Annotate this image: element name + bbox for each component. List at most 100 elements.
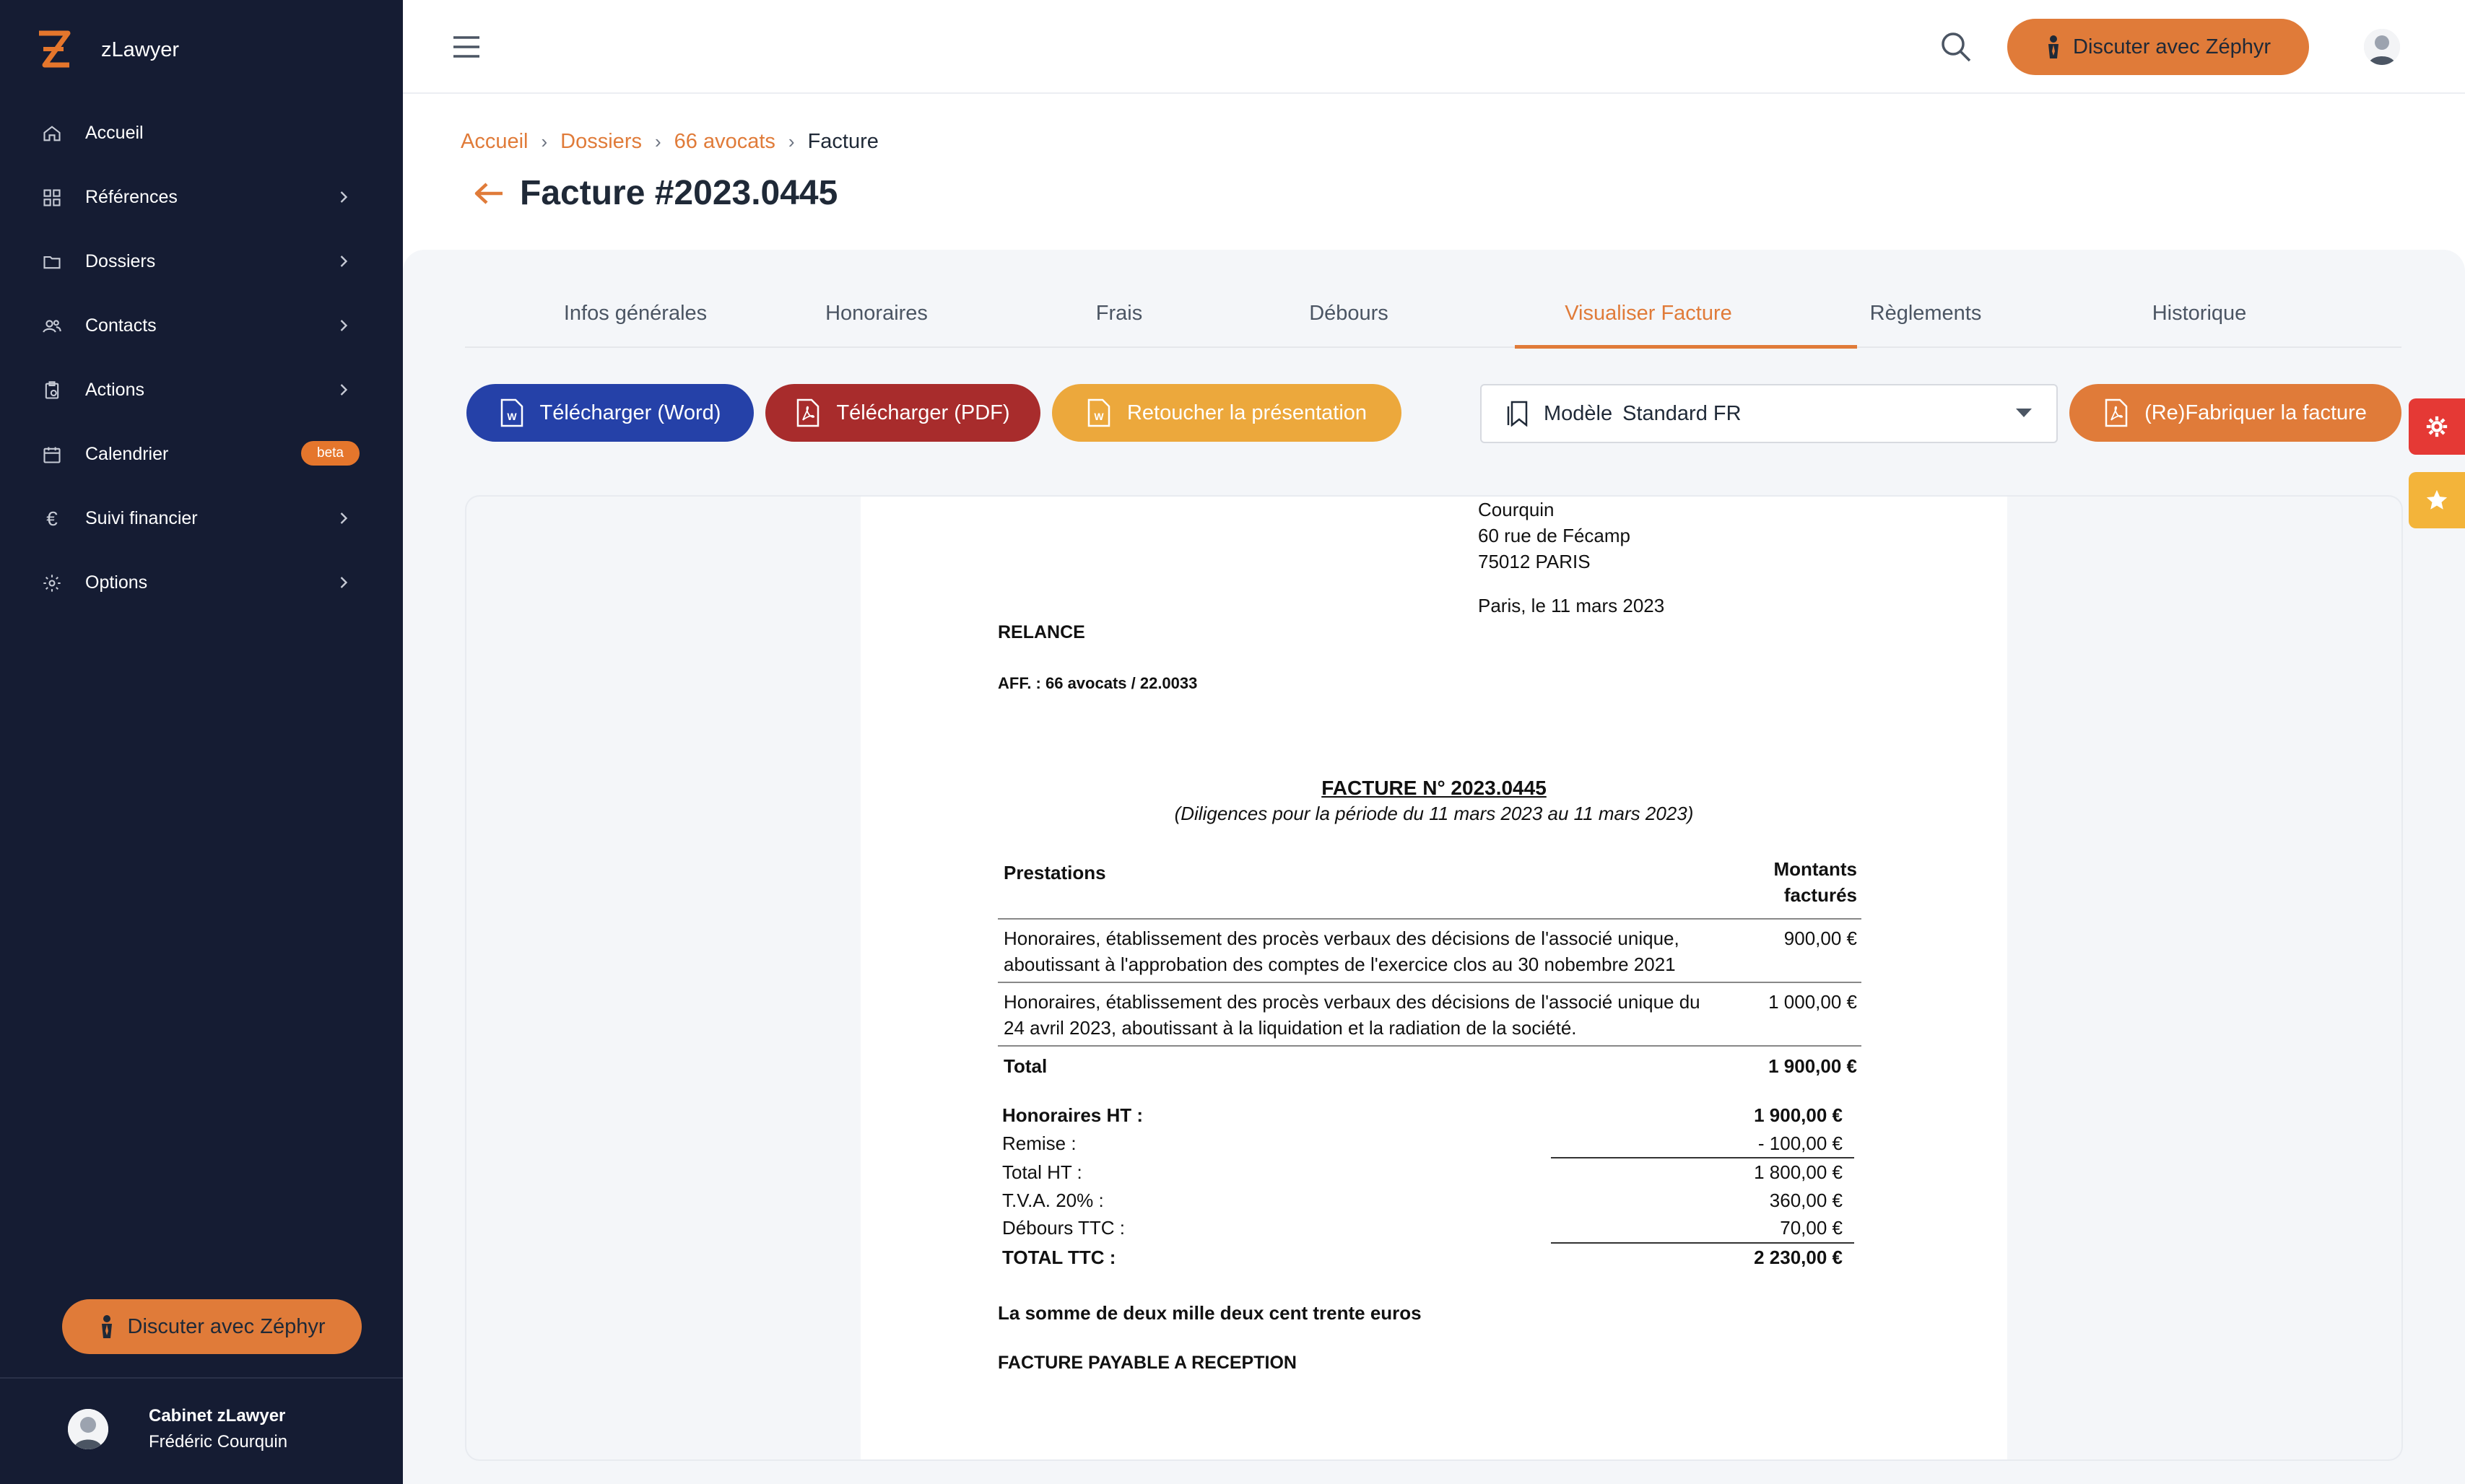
svg-text:W: W [1094,411,1104,422]
sidebar-item-dossiers[interactable]: Dossiers [0,230,403,294]
beta-badge: beta [301,441,360,466]
topbar-chat-button[interactable]: Discuter avec Zéphyr [2007,19,2309,75]
summary-label: T.V.A. 20% : [1002,1189,1104,1211]
svg-text:W: W [507,411,517,422]
chevron-right-icon: › [654,131,661,152]
chevron-right-icon [334,187,354,207]
table-row: Honoraires, établissement des procès ver… [998,920,1861,983]
home-icon [42,123,62,144]
back-arrow-icon[interactable] [474,181,504,206]
chevron-right-icon [334,508,354,528]
retouch-presentation-button[interactable]: W Retoucher la présentation [1052,384,1401,442]
tab-debours[interactable]: Débours [1240,302,1457,326]
favorite-float-button[interactable] [2409,472,2465,528]
total-value: 1 900,00 € [1768,1055,1857,1077]
tab-honoraires[interactable]: Honoraires [768,302,985,326]
address-line: 75012 PARIS [1478,551,1591,572]
user-name: Frédéric Courquin [149,1432,288,1452]
sidebar-item-contacts[interactable]: Contacts [0,294,403,358]
summary-table: Honoraires HT : 1 900,00 € Remise : - 10… [1002,1101,1854,1271]
sidebar-item-options[interactable]: Options [0,551,403,615]
gear-icon [2426,416,2448,437]
relance-label: RELANCE [998,622,1085,642]
sidebar-divider [0,1377,403,1379]
prestation-description: Honoraires, établissement des procès ver… [1004,928,1679,975]
breadcrumb: Accueil › Dossiers › 66 avocats › Factur… [461,130,879,154]
sidebar-item-label: Dossiers [85,251,156,271]
avatar[interactable] [2364,29,2400,65]
summary-label: Total HT : [1002,1161,1082,1183]
app-name: zLawyer [101,38,179,61]
table-total-row: Total 1 900,00 € [998,1047,1861,1078]
invoice-preview[interactable]: Courquin 60 rue de Fécamp 75012 PARIS Pa… [466,497,2401,1459]
menu-icon[interactable] [452,35,481,59]
breadcrumb-link-dossier[interactable]: 66 avocats [674,130,775,154]
chevron-right-icon: › [541,131,548,152]
summary-value: 360,00 € [1769,1189,1843,1211]
sidebar-chat-button[interactable]: Discuter avec Zéphyr [62,1299,362,1354]
affaire-reference: AFF. : 66 avocats / 22.0033 [998,674,1198,692]
users-icon [42,316,62,336]
sidebar-user[interactable]: Cabinet zLawyer Frédéric Courquin [68,1406,287,1452]
sidebar-item-accueil[interactable]: Accueil [0,101,403,165]
download-word-button[interactable]: W Télécharger (Word) [466,384,754,442]
pdf-file-icon [797,398,820,427]
chevron-right-icon [334,572,354,593]
sidebar-item-label: Actions [85,380,144,400]
retouch-presentation-label: Retoucher la présentation [1126,401,1368,424]
sidebar-item-label: Suivi financier [85,508,198,528]
zephyr-icon [101,1315,112,1338]
tab-bar: Infos générales Honoraires Frais Débours… [465,281,2401,349]
calendar-icon [42,445,62,465]
topbar: Discuter avec Zéphyr [403,0,2465,94]
breadcrumb-current: Facture [807,130,879,153]
tab-reglements[interactable]: Règlements [1814,302,2038,326]
summary-value: 2 230,00 € [1754,1246,1843,1268]
tab-frais[interactable]: Frais [1011,302,1227,326]
word-file-icon: W [500,398,523,427]
column-header-line: facturés [1783,884,1857,906]
sidebar-item-suivi-financier[interactable]: € Suivi financier [0,486,403,551]
table-row: Honoraires, établissement des procès ver… [998,983,1861,1047]
total-label: Total [1004,1055,1048,1077]
breadcrumb-link-dossiers[interactable]: Dossiers [560,130,642,154]
summary-label: Remise : [1002,1132,1077,1154]
column-header-line: Montants [1773,858,1857,880]
table-header: Prestations Montants facturés [998,856,1861,920]
tab-infos-generales[interactable]: Infos générales [527,302,744,326]
sidebar-item-label: Options [85,572,148,593]
summary-row: Débours TTC : 70,00 € [1002,1214,1854,1244]
summary-row: TOTAL TTC : 2 230,00 € [1002,1244,1854,1272]
search-icon[interactable] [1939,30,1973,64]
breadcrumb-link-accueil[interactable]: Accueil [461,130,529,154]
summary-row: Total HT : 1 800,00 € [1002,1158,1854,1187]
tab-visualiser-facture[interactable]: Visualiser Facture [1515,302,1782,326]
page-title: Facture #2023.0445 [520,174,838,212]
fabricate-invoice-button[interactable]: (Re)Fabriquer la facture [2069,384,2401,442]
folder-icon [42,252,62,272]
euro-icon: € [46,507,58,530]
summary-label: Débours TTC : [1002,1217,1126,1239]
sidebar-item-calendrier[interactable]: Calendrier beta [0,422,403,486]
settings-float-button[interactable] [2409,398,2465,455]
sidebar-item-label: Contacts [85,315,157,336]
sidebar: zLawyer Accueil Références Dossiers Cont… [0,0,403,1484]
sidebar-item-references[interactable]: Références [0,165,403,230]
model-select[interactable]: Modèle Standard FR [1480,384,2058,443]
download-word-label: Télécharger (Word) [539,401,721,424]
zlawyer-logo-icon [39,30,71,68]
sidebar-nav: Accueil Références Dossiers Contacts Act… [0,101,403,615]
invoice-number: FACTURE N° 2023.0445 [1321,777,1547,799]
download-pdf-label: Télécharger (PDF) [836,401,1010,424]
sidebar-item-actions[interactable]: Actions [0,358,403,422]
tab-historique[interactable]: Historique [2091,302,2308,326]
fabricate-invoice-label: (Re)Fabriquer la facture [2144,401,2367,424]
page-header: Facture #2023.0445 [474,173,838,213]
sidebar-item-label: Accueil [85,123,144,143]
summary-label: Honoraires HT : [1002,1104,1144,1126]
column-header-prestations: Prestations [1004,862,1106,883]
download-pdf-button[interactable]: Télécharger (PDF) [765,384,1040,442]
brand[interactable]: zLawyer [35,29,179,71]
active-tab-indicator [1515,345,1857,349]
prestations-table: Prestations Montants facturés Honoraires… [998,856,1861,1078]
